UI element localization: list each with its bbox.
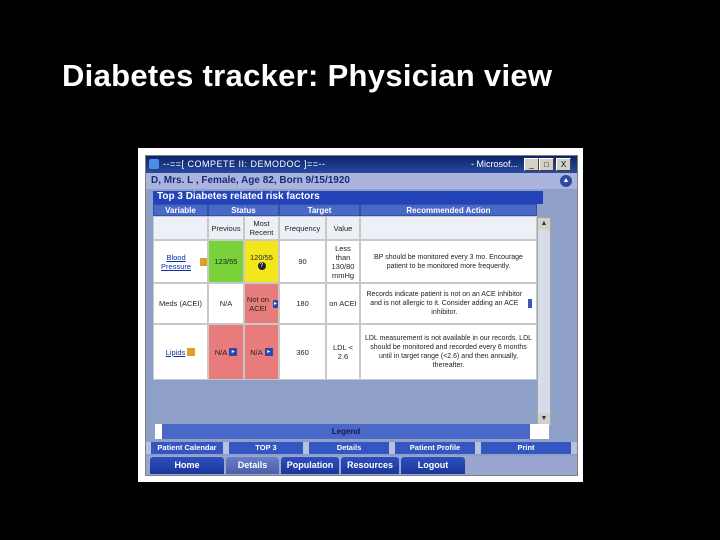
frequency-lipids: 360: [279, 324, 326, 380]
recent-meds: Not on ACEI: [246, 294, 270, 313]
target-meds: on ACEI: [326, 283, 360, 324]
variable-link-bp[interactable]: Blood Pressure: [154, 253, 198, 271]
target-bp: Less than 130/80 mmHg: [326, 240, 360, 283]
variable-meds: Meds (ACEI): [153, 283, 208, 324]
minimize-icon[interactable]: _: [524, 158, 539, 171]
action-lipids: LDL measurement is not available in our …: [360, 324, 537, 380]
col-action: Recommended Action: [360, 204, 537, 216]
scroll-up-icon[interactable]: ▲: [538, 218, 550, 230]
col-value: Value: [326, 216, 360, 240]
scroll-top-icon[interactable]: ▲: [560, 175, 572, 187]
previous-bp: 123/55: [208, 240, 244, 283]
action-meds-cell: Records indicate patient is not on an AC…: [360, 283, 537, 324]
col-frequency: Frequency: [279, 216, 326, 240]
nav-home[interactable]: Home: [150, 457, 224, 474]
drug-info-icon[interactable]: [526, 298, 533, 309]
section-title: Top 3 Diabetes related risk factors: [153, 191, 543, 204]
target-lipids: LDL < 2.6: [326, 324, 360, 380]
window-titlebar[interactable]: --==[ COMPETE II: DEMODOC ]==-- - Micros…: [146, 156, 577, 173]
patient-header: D, Mrs. L , Female, Age 82, Born 9/15/19…: [146, 173, 577, 189]
subheader-blank: [153, 216, 208, 240]
slide-title: Diabetes tracker: Physician view: [62, 58, 553, 93]
recent-lipids: N/A: [250, 347, 263, 357]
screenshot-frame: --==[ COMPETE II: DEMODOC ]==-- - Micros…: [138, 148, 583, 482]
recent-meds-cell: Not on ACEI ▸: [244, 283, 279, 324]
col-status: Status: [208, 204, 279, 216]
subheader-action-blank: [360, 216, 537, 240]
nav-population[interactable]: Population: [281, 457, 339, 474]
col-most-recent: Most Recent: [244, 216, 279, 240]
action-bp: BP should be monitored every 3 mo. Encou…: [360, 240, 537, 283]
chart-icon[interactable]: [200, 257, 207, 266]
recent-lipids-cell: N/A ▸: [244, 324, 279, 380]
maximize-icon[interactable]: □: [539, 158, 554, 171]
col-target: Target: [279, 204, 360, 216]
tab-print[interactable]: Print: [481, 442, 571, 454]
vertical-scrollbar[interactable]: ▲ ▼: [537, 217, 551, 426]
legend-button[interactable]: Legend: [162, 424, 530, 439]
previous-lipids: N/A: [214, 347, 228, 357]
legend-area: Legend: [155, 424, 549, 439]
nav-resources[interactable]: Resources: [341, 457, 399, 474]
recent-bp-cell: 120/55 ?: [244, 240, 279, 283]
section-title-text: Top 3 Diabetes related risk factors: [157, 191, 320, 202]
window-title: --==[ COMPETE II: DEMODOC ]==--: [163, 159, 326, 169]
variable-lipids-cell: Lipids: [153, 324, 208, 380]
table-row[interactable]: Blood Pressure: [153, 240, 208, 283]
window-app-name: - Microsof...: [471, 159, 519, 169]
chart-icon[interactable]: [187, 348, 196, 356]
browser-window: --==[ COMPETE II: DEMODOC ]==-- - Micros…: [145, 155, 578, 476]
previous-lipids-cell: N/A ▸: [208, 324, 244, 380]
detail-icon[interactable]: ▸: [272, 299, 278, 308]
variable-link-lipids[interactable]: Lipids: [166, 348, 186, 357]
close-icon[interactable]: X: [556, 158, 571, 171]
main-navigation: Home Details Population Resources Logout: [146, 456, 577, 475]
recent-bp: 120/55: [250, 253, 273, 262]
detail-icon[interactable]: ▸: [229, 348, 238, 356]
frequency-meds: 180: [279, 283, 326, 324]
browser-icon: [149, 159, 159, 169]
app-content: D, Mrs. L , Female, Age 82, Born 9/15/19…: [146, 173, 577, 475]
patient-info: D, Mrs. L , Female, Age 82, Born 9/15/19…: [151, 175, 350, 186]
sub-navigation: Patient Calendar TOP 3 Details Patient P…: [146, 442, 577, 454]
col-variable: Variable: [153, 204, 208, 216]
tab-details[interactable]: Details: [309, 442, 389, 454]
tab-patient-profile[interactable]: Patient Profile: [395, 442, 475, 454]
tab-patient-calendar[interactable]: Patient Calendar: [151, 442, 223, 454]
tab-top3[interactable]: TOP 3: [229, 442, 303, 454]
previous-meds: N/A: [208, 283, 244, 324]
frequency-bp: 90: [279, 240, 326, 283]
detail-icon[interactable]: ▸: [264, 348, 273, 356]
nav-logout[interactable]: Logout: [401, 457, 465, 474]
action-meds: Records indicate patient is not on an AC…: [366, 291, 523, 316]
nav-details[interactable]: Details: [226, 457, 279, 474]
info-icon[interactable]: ?: [257, 262, 266, 270]
col-previous: Previous: [208, 216, 244, 240]
